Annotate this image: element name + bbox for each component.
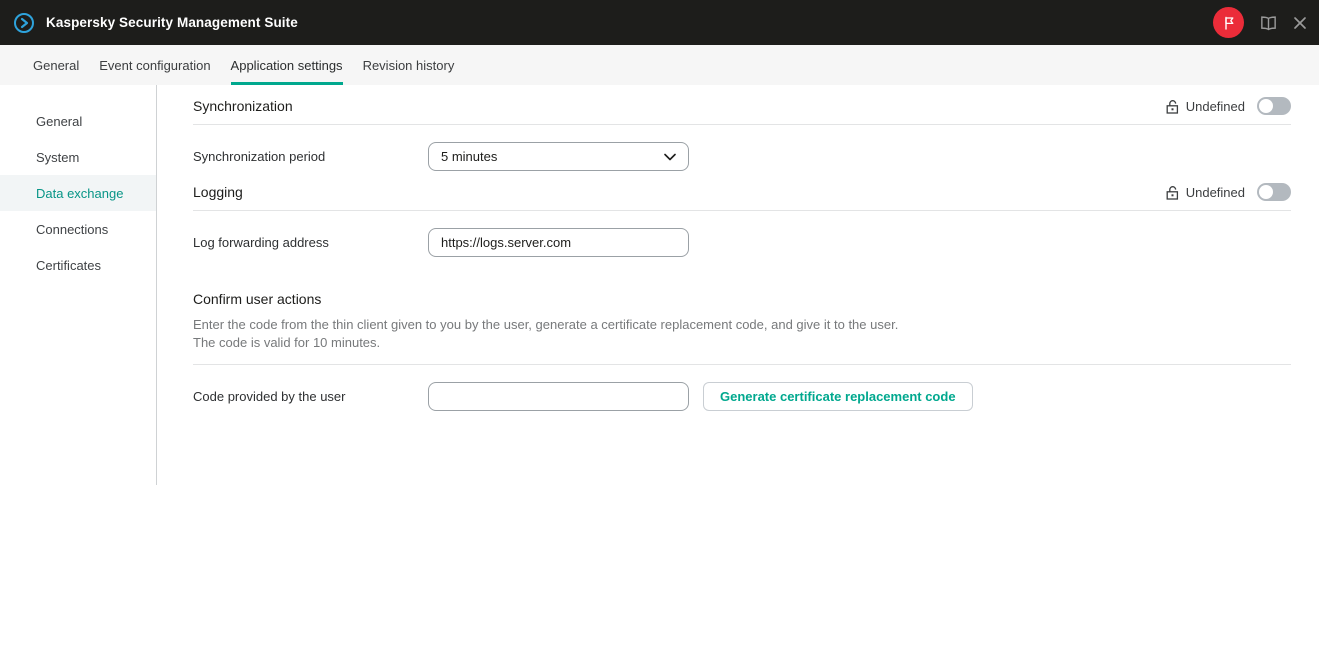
app-logo (13, 12, 35, 34)
logging-lock-group: Undefined (1166, 183, 1291, 201)
synchronization-period-value: 5 minutes (441, 149, 497, 164)
synchronization-lock-group: Undefined (1166, 97, 1291, 115)
code-row: Code provided by the user Generate certi… (193, 382, 1291, 411)
sidebar-item-certificates[interactable]: Certificates (0, 247, 156, 283)
log-forwarding-label: Log forwarding address (193, 235, 428, 250)
close-window-button[interactable] (1293, 16, 1307, 30)
chevron-down-icon (664, 153, 676, 161)
app-title: Kaspersky Security Management Suite (46, 15, 298, 30)
logging-toggle[interactable] (1257, 183, 1291, 201)
logging-section-header: Logging Undefined (193, 183, 1291, 211)
synchronization-period-label: Synchronization period (193, 149, 428, 164)
tab-event-configuration[interactable]: Event configuration (99, 45, 210, 85)
tab-revision-history[interactable]: Revision history (363, 45, 455, 85)
synchronization-toggle[interactable] (1257, 97, 1291, 115)
synchronization-period-row: Synchronization period 5 minutes (193, 142, 1291, 171)
logging-lock-state: Undefined (1186, 185, 1245, 200)
sidebar-item-connections[interactable]: Connections (0, 211, 156, 247)
code-label: Code provided by the user (193, 389, 428, 404)
tab-application-settings[interactable]: Application settings (231, 45, 343, 85)
synchronization-period-select[interactable]: 5 minutes (428, 142, 689, 171)
log-forwarding-row: Log forwarding address (193, 228, 1291, 257)
settings-content: Synchronization Undefined Synchronizatio… (157, 85, 1319, 668)
settings-sidebar: General System Data exchange Connections… (0, 85, 157, 485)
synchronization-lock-state: Undefined (1186, 99, 1245, 114)
tab-bar: General Event configuration Application … (0, 45, 1319, 85)
confirm-user-actions-title: Confirm user actions (193, 291, 1291, 307)
generate-certificate-code-button[interactable]: Generate certificate replacement code (703, 382, 973, 411)
flag-badge-button[interactable] (1213, 7, 1244, 38)
confirm-user-actions-description: Enter the code from the thin client give… (193, 316, 908, 352)
code-input[interactable] (428, 382, 689, 411)
synchronization-title: Synchronization (193, 98, 293, 114)
book-icon (1259, 15, 1278, 31)
topbar: Kaspersky Security Management Suite (0, 0, 1319, 45)
sidebar-item-system[interactable]: System (0, 139, 156, 175)
flag-icon (1221, 15, 1237, 31)
unlocked-lock-icon (1166, 99, 1179, 114)
log-forwarding-input[interactable] (428, 228, 689, 257)
sidebar-item-general[interactable]: General (0, 103, 156, 139)
kaspersky-logo-icon (13, 12, 35, 34)
logging-title: Logging (193, 184, 243, 200)
close-icon (1293, 16, 1307, 30)
sidebar-item-data-exchange[interactable]: Data exchange (0, 175, 156, 211)
unlocked-lock-icon (1166, 185, 1179, 200)
synchronization-section-header: Synchronization Undefined (193, 97, 1291, 125)
help-book-button[interactable] (1259, 15, 1278, 31)
tab-general[interactable]: General (33, 45, 79, 85)
divider (193, 364, 1291, 365)
